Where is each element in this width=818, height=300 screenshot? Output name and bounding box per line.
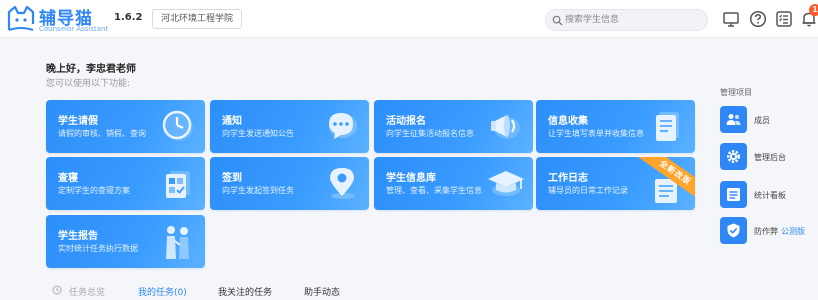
card-notice[interactable]: 通知 向学生发送通知公告 [210,100,369,153]
admin-backend-link[interactable]: 管理后台 [720,143,818,173]
card-desc: 让学生填写表单并收集信息 [548,129,644,138]
megaphone-icon [491,115,520,139]
tab-task-overview[interactable]: 任务总览 [69,285,105,298]
card-title: 通知 [222,116,242,127]
tab-my-tasks[interactable]: 我的任务(0) [138,285,187,298]
management-panel-title: 管理项目 [720,88,752,97]
task-tabs: 任务总览 我的任务(0) 我关注的任务 助手动态 [0,280,818,300]
card-desc: 管理、查看、采集学生信息 [386,186,482,195]
card-sign-in[interactable]: 签到 向学生发起签到任务 [210,157,369,210]
search-icon [552,15,563,26]
card-desc: 实时统计任务执行数据 [58,244,138,253]
card-desc: 请假的审核、销假、查询 [58,129,146,138]
checklist-icon[interactable] [775,10,793,28]
shield-check-icon [727,223,740,238]
greeting-title: 晚上好，李忠君老师 [46,64,136,75]
tab-assistant-updates[interactable]: 助手动态 [304,285,340,298]
version-label: 1.6.2 [114,12,143,23]
chat-bubble-icon [329,113,357,139]
anti-cheat-text: 防作弊 [754,227,778,236]
card-title: 工作日志 [548,173,588,184]
clock-icon [52,285,62,295]
members-icon [726,114,741,125]
stats-dashboard-link[interactable]: 统计看板 [720,181,818,211]
card-desc: 辅导员的日常工作记录 [548,186,628,195]
card-event-signup[interactable]: 活动报名 向学生征集活动报名信息 [374,100,533,153]
card-student-database[interactable]: 学生信息库 管理、查看、采集学生信息 [374,157,533,210]
card-title: 学生信息库 [386,173,436,184]
dashboard-icon [727,188,740,201]
help-icon[interactable] [749,10,767,28]
dorm-check-icon [166,171,190,198]
location-pin-icon [330,168,355,199]
card-title: 学生请假 [58,116,98,127]
card-title: 学生报告 [58,231,98,242]
cat-logo-icon [7,6,35,31]
anti-cheat-link[interactable]: 防作弊 公测版 [720,217,818,247]
card-student-leave[interactable]: 学生请假 请假的审核、销假、查询 [46,100,205,153]
card-title: 签到 [222,173,242,184]
greeting-subtitle: 您可以使用以下功能: [46,79,131,89]
anti-cheat-label: 防作弊 公测版 [754,226,805,237]
members-label: 成员 [754,116,770,125]
card-work-log[interactable]: 工作日志 辅导员的日常工作记录 全新改版 [536,157,695,210]
form-icon [656,112,679,141]
logo-subtitle: Counselor Assistant [39,25,109,33]
members-link[interactable]: 成员 [720,106,818,136]
card-title: 查寝 [58,173,78,184]
members-icon-box [720,106,747,133]
card-title: 活动报名 [386,116,426,127]
card-desc: 定制学生的查寝方案 [58,186,130,195]
card-desc: 向学生发送通知公告 [222,129,294,138]
top-header: 辅导猫 Counselor Assistant 1.6.2 河北环境工程学院 1 [0,0,818,38]
card-title: 信息收集 [548,116,588,127]
app-logo[interactable]: 辅导猫 Counselor Assistant [6,4,109,34]
card-dorm-check[interactable]: 查寝 定制学生的查寝方案 [46,157,205,210]
card-info-collect[interactable]: 信息收集 让学生填写表单并收集信息 [536,100,695,153]
card-desc: 向学生征集活动报名信息 [386,129,474,138]
notification-badge: 1 [809,4,818,16]
shield-icon-box [720,217,747,244]
clock-icon [162,110,193,141]
search-box[interactable] [545,9,708,31]
dashboard-icon-box [720,181,747,208]
public-beta-tag: 公测版 [781,227,805,236]
gear-icon [727,150,740,163]
card-student-report[interactable]: 学生报告 实时统计任务执行数据 [46,215,205,268]
search-input[interactable] [565,11,701,29]
admin-backend-label: 管理后台 [754,153,786,162]
people-report-icon [166,226,189,259]
stats-dashboard-label: 统计看板 [754,191,786,200]
monitor-icon[interactable] [722,10,740,28]
card-desc: 向学生发起签到任务 [222,186,294,195]
school-selector[interactable]: 河北环境工程学院 [152,9,243,29]
graduation-cap-icon [488,171,524,196]
gear-icon-box [720,143,747,170]
tab-followed-tasks[interactable]: 我关注的任务 [218,285,272,298]
